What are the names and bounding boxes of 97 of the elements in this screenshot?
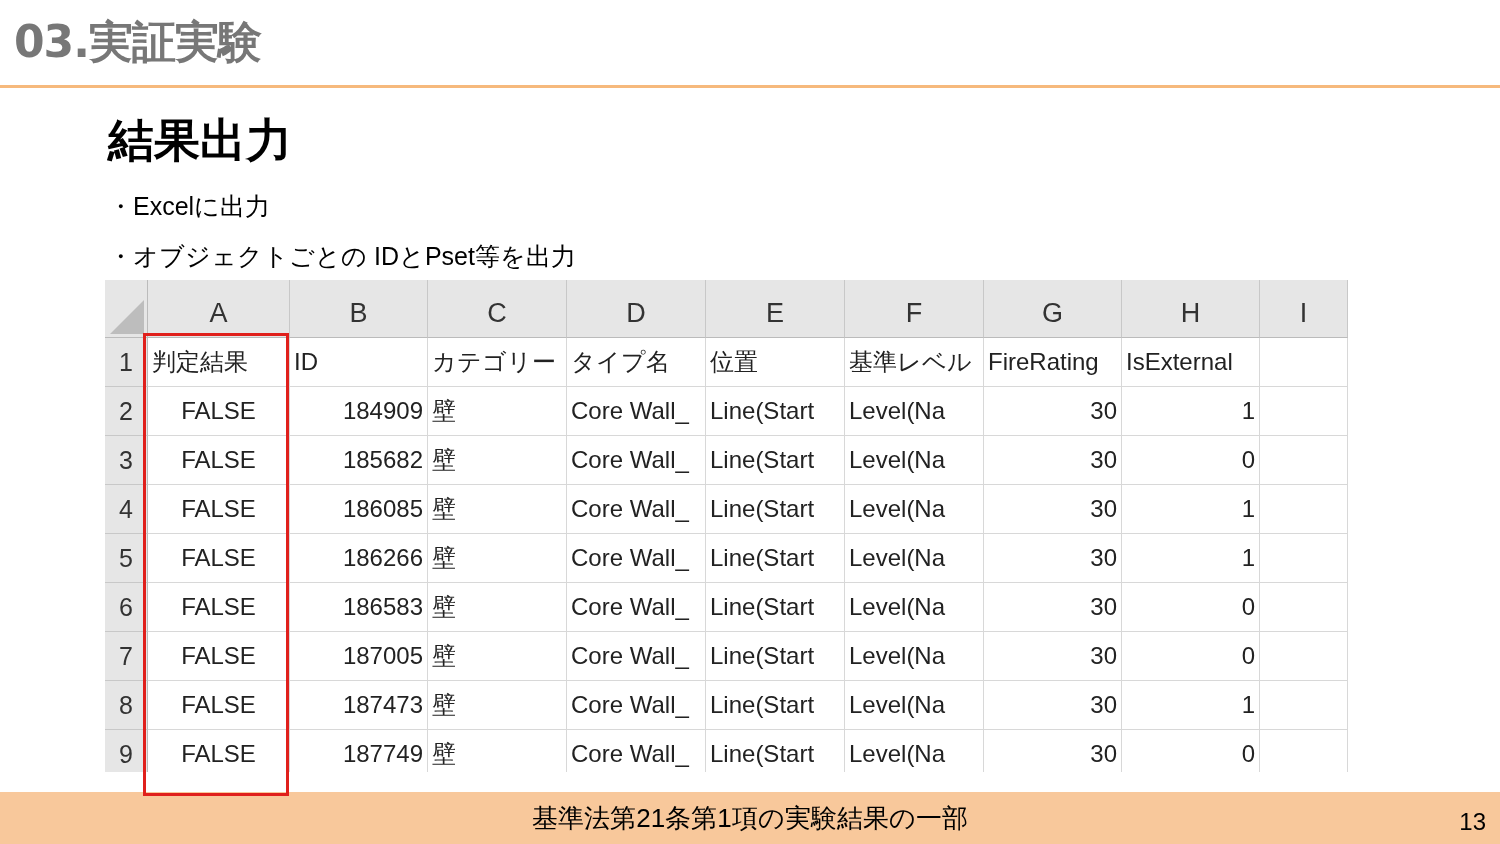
table-cell: 壁 xyxy=(428,534,567,583)
table-cell: Line(Start xyxy=(706,387,845,436)
row-header: 8 xyxy=(105,681,148,730)
table-cell: ID xyxy=(290,338,428,387)
table-cell: 基準レベル xyxy=(845,338,984,387)
table-cell: Line(Start xyxy=(706,681,845,730)
table-cell: Level(Na xyxy=(845,485,984,534)
table-cell: 30 xyxy=(984,730,1122,772)
column-header: I xyxy=(1260,280,1348,338)
table-cell: Core Wall_ xyxy=(567,583,706,632)
table-cell: FALSE xyxy=(148,387,290,436)
table-cell: 186085 xyxy=(290,485,428,534)
table-cell: FALSE xyxy=(148,583,290,632)
table-cell: 壁 xyxy=(428,730,567,772)
row-header: 2 xyxy=(105,387,148,436)
select-all-icon xyxy=(110,300,144,334)
column-header: D xyxy=(567,280,706,338)
table-cell: カテゴリー xyxy=(428,338,567,387)
column-header: A xyxy=(148,280,290,338)
section-title: 03.実証実験 xyxy=(14,15,261,69)
table-cell: Line(Start xyxy=(706,730,845,772)
table-cell: Core Wall_ xyxy=(567,730,706,772)
column-header: G xyxy=(984,280,1122,338)
row-header: 9 xyxy=(105,730,148,772)
row-header: 1 xyxy=(105,338,148,387)
table-cell: Line(Start xyxy=(706,534,845,583)
table-cell: Core Wall_ xyxy=(567,387,706,436)
bullet-text: ・オブジェクトごとの IDとPset等を出力 xyxy=(108,242,577,270)
table-cell: Core Wall_ xyxy=(567,534,706,583)
table-cell: 壁 xyxy=(428,632,567,681)
caption-text: 基準法第21条第1項の実験結果の一部 xyxy=(532,801,968,835)
row-header: 5 xyxy=(105,534,148,583)
table-cell: Level(Na xyxy=(845,730,984,772)
table-cell: 30 xyxy=(984,387,1122,436)
column-header: C xyxy=(428,280,567,338)
table-cell: IsExternal xyxy=(1122,338,1260,387)
table-cell: FALSE xyxy=(148,681,290,730)
column-header: H xyxy=(1122,280,1260,338)
table-cell: タイプ名 xyxy=(567,338,706,387)
table-cell: 1 xyxy=(1122,485,1260,534)
table-cell: 位置 xyxy=(706,338,845,387)
table-cell: 30 xyxy=(984,583,1122,632)
table-cell: 1 xyxy=(1122,387,1260,436)
column-header: F xyxy=(845,280,984,338)
table-cell: 1 xyxy=(1122,534,1260,583)
table-cell: 壁 xyxy=(428,681,567,730)
table-cell: 187473 xyxy=(290,681,428,730)
table-cell: FALSE xyxy=(148,730,290,772)
row-header: 6 xyxy=(105,583,148,632)
table-cell: 187749 xyxy=(290,730,428,772)
table-cell: Line(Start xyxy=(706,485,845,534)
table-cell: Core Wall_ xyxy=(567,436,706,485)
table-cell: 30 xyxy=(984,485,1122,534)
table-cell: Level(Na xyxy=(845,583,984,632)
column-header: E xyxy=(706,280,845,338)
table-cell: Level(Na xyxy=(845,632,984,681)
table-cell: 0 xyxy=(1122,632,1260,681)
table-cell: 壁 xyxy=(428,583,567,632)
table-cell: 0 xyxy=(1122,583,1260,632)
table-cell: Line(Start xyxy=(706,436,845,485)
column-header: B xyxy=(290,280,428,338)
row-header: 7 xyxy=(105,632,148,681)
table-cell: FireRating xyxy=(984,338,1122,387)
table-cell: 30 xyxy=(984,436,1122,485)
table-cell: FALSE xyxy=(148,485,290,534)
table-cell: Line(Start xyxy=(706,632,845,681)
table-cell: FALSE xyxy=(148,534,290,583)
table-cell: FALSE xyxy=(148,632,290,681)
row-header: 3 xyxy=(105,436,148,485)
table-cell: 1 xyxy=(1122,681,1260,730)
table-cell: 判定結果 xyxy=(148,338,290,387)
table-cell: Level(Na xyxy=(845,436,984,485)
table-cell: Level(Na xyxy=(845,534,984,583)
table-cell: FALSE xyxy=(148,436,290,485)
table-cell: 185682 xyxy=(290,436,428,485)
table-cell: 0 xyxy=(1122,436,1260,485)
table-cell: 0 xyxy=(1122,730,1260,772)
table-cell: Line(Start xyxy=(706,583,845,632)
table-cell: Core Wall_ xyxy=(567,485,706,534)
table-cell: 壁 xyxy=(428,436,567,485)
table-cell: 壁 xyxy=(428,387,567,436)
table-cell: 壁 xyxy=(428,485,567,534)
table-cell: Core Wall_ xyxy=(567,681,706,730)
table-cell: Core Wall_ xyxy=(567,632,706,681)
slide-heading: 結果出力 xyxy=(108,112,293,169)
page-number: 13 xyxy=(1459,808,1486,836)
table-cell: Level(Na xyxy=(845,681,984,730)
table-cell: 30 xyxy=(984,681,1122,730)
table-cell: 186583 xyxy=(290,583,428,632)
table-cell: 30 xyxy=(984,632,1122,681)
bullet-text: ・Excelに出力 xyxy=(108,192,272,220)
table-cell: 30 xyxy=(984,534,1122,583)
table-cell: 186266 xyxy=(290,534,428,583)
table-cell: 184909 xyxy=(290,387,428,436)
row-header: 4 xyxy=(105,485,148,534)
table-cell: 187005 xyxy=(290,632,428,681)
table-cell: Level(Na xyxy=(845,387,984,436)
